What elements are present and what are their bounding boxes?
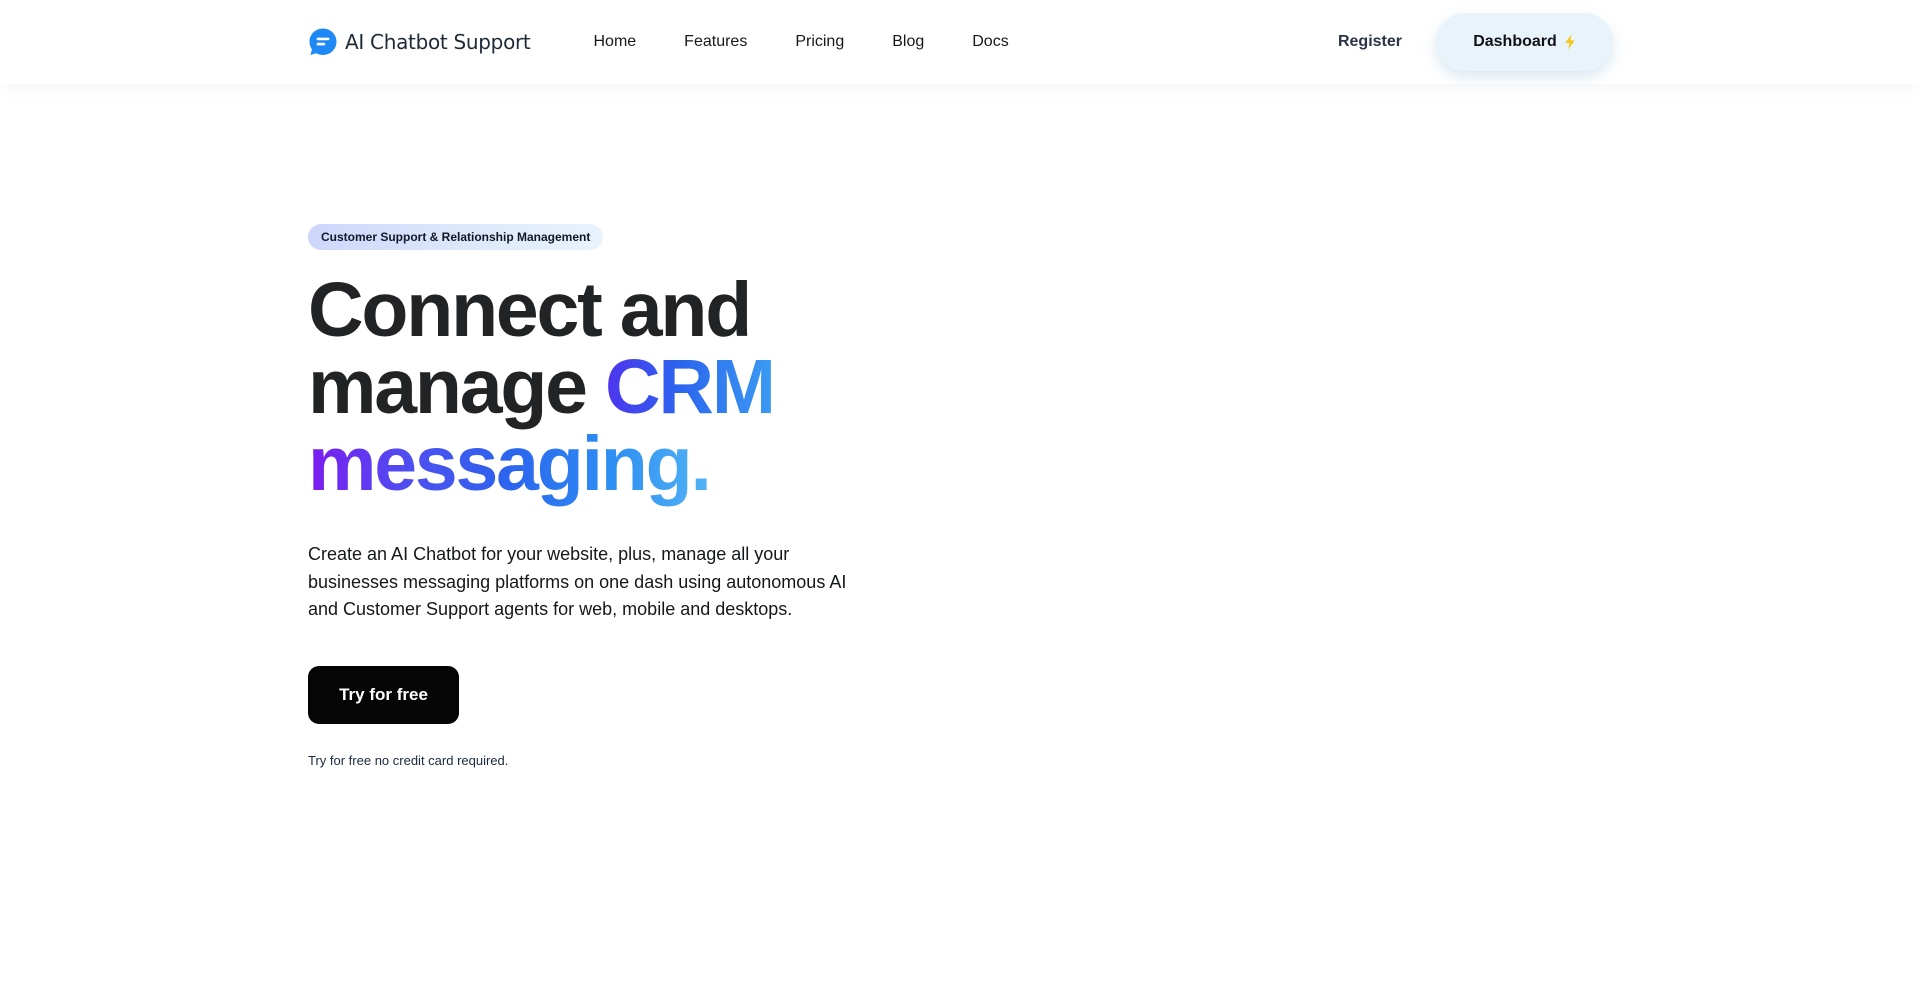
hero-description: Create an AI Chatbot for your website, p… xyxy=(308,544,847,619)
dashboard-button-label: Dashboard xyxy=(1473,33,1557,50)
headline-line-3: messaging. xyxy=(308,426,908,503)
chat-bubble-icon xyxy=(309,28,337,55)
category-badge: Customer Support & Relationship Manageme… xyxy=(308,224,604,250)
main-nav: Home Features Pricing Blog Docs xyxy=(593,33,1008,51)
nav-item-pricing[interactable]: Pricing xyxy=(795,33,844,51)
brand-name: AI Chatbot Support xyxy=(345,30,531,54)
headline-manage-text: manage xyxy=(308,344,605,430)
nav-actions: Register Dashboard xyxy=(1338,13,1613,71)
headline-crm-accent: CRM xyxy=(605,344,776,430)
headline-line-2: manage CRM xyxy=(308,349,908,426)
brand-link[interactable]: AI Chatbot Support xyxy=(308,27,531,57)
headline-line-1: Connect and xyxy=(308,267,752,353)
register-link[interactable]: Register xyxy=(1338,33,1402,51)
nav-item-blog[interactable]: Blog xyxy=(892,33,924,51)
nav-item-home[interactable]: Home xyxy=(593,33,636,51)
nav-item-features[interactable]: Features xyxy=(684,33,747,51)
dashboard-button[interactable]: Dashboard xyxy=(1436,13,1613,71)
hero-headline: Connect and manage CRM messaging. xyxy=(308,272,908,503)
headline-messaging-accent: messaging. xyxy=(308,421,712,507)
top-navbar: AI Chatbot Support Home Features Pricing… xyxy=(0,0,1920,84)
lightning-bolt-icon xyxy=(1564,34,1575,50)
nav-item-docs[interactable]: Docs xyxy=(972,33,1008,51)
try-for-free-button[interactable]: Try for free xyxy=(308,665,459,724)
hero-section: Customer Support & Relationship Manageme… xyxy=(308,224,908,768)
cta-note: Try for free no credit card required. xyxy=(308,752,509,768)
navbar-container: AI Chatbot Support Home Features Pricing… xyxy=(308,0,1613,84)
